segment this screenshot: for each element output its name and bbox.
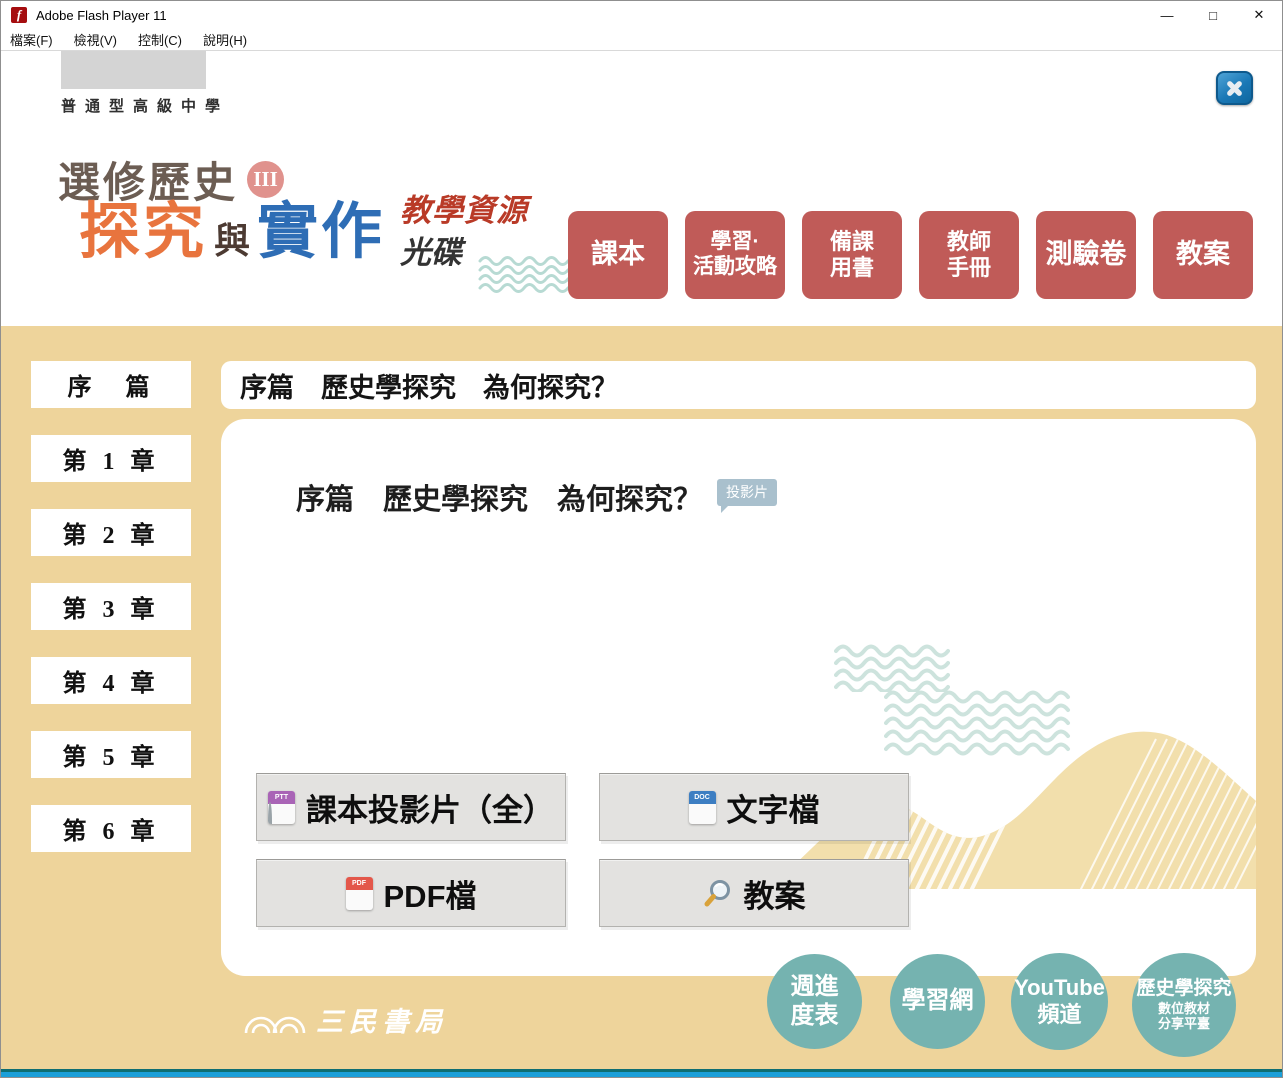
menu-help[interactable]: 說明(H) (203, 30, 247, 49)
panel-title-row: 序篇 歷史學探究 為何探究？ 投影片 (296, 476, 777, 518)
button-label: 課本投影片（全） (306, 785, 554, 830)
maximize-button[interactable]: □ (1190, 1, 1236, 29)
circle-sublabel: 數位教材 (1158, 1001, 1210, 1017)
lesson-plan-file-button[interactable]: 教案 (599, 859, 909, 927)
circle-label: 週進 (791, 973, 839, 1002)
publisher-logo: 三民書局 (244, 1000, 448, 1039)
close-x-icon (1225, 79, 1244, 98)
publisher-logo-placeholder (61, 51, 206, 89)
file-icon-body (268, 802, 272, 824)
button-label: 教案 (744, 871, 806, 916)
flash-stage: 普通型高級中學 選修歷史 III 探究 與 實作 教學資源 光碟 (1, 51, 1282, 1078)
button-label: 學習· (711, 230, 760, 255)
button-label: 備課 (830, 229, 874, 255)
content-panel: 序篇 歷史學探究 為何探究？ 投影片 (221, 419, 1256, 976)
menubar: 檔案(F) 檢視(V) 控制(C) 說明(H) (1, 29, 1282, 51)
slide-tag-badge: 投影片 (717, 479, 777, 506)
resource-button-learning-guide[interactable]: 學習· 活動攻略 (685, 211, 785, 299)
file-icon-band: PDF (346, 877, 373, 890)
menu-view[interactable]: 檢視(V) (74, 30, 117, 49)
resource-button-prep-book[interactable]: 備課 用書 (802, 211, 902, 299)
panel-title: 序篇 歷史學探究 為何探究？ (296, 476, 702, 518)
button-label: PDF檔 (384, 871, 477, 916)
button-label: 手冊 (947, 255, 991, 281)
ppt-file-icon: PTT (268, 791, 295, 824)
sidebar-item-chapter5[interactable]: 第 5 章 (31, 731, 191, 778)
button-label: 用書 (830, 255, 874, 281)
minimize-button[interactable]: — (1144, 1, 1190, 29)
sidebar-item-chapter1[interactable]: 第 1 章 (31, 435, 191, 482)
flash-player-window: f Adobe Flash Player 11 — □ ✕ 檔案(F) 檢視(V… (0, 0, 1283, 1078)
slides-all-button[interactable]: PTT 課本投影片（全） (256, 773, 566, 841)
section-breadcrumb-bar: 序篇 歷史學探究 為何探究？ (221, 361, 1256, 409)
sidebar-item-intro[interactable]: 序 篇 (31, 361, 191, 408)
button-label: 文字檔 (727, 785, 820, 830)
button-label: 測驗卷 (1046, 239, 1127, 271)
window-controls: — □ ✕ (1144, 1, 1282, 29)
window-title: Adobe Flash Player 11 (36, 8, 167, 23)
close-window-button[interactable]: ✕ (1236, 1, 1282, 29)
sidebar-item-chapter3[interactable]: 第 3 章 (31, 583, 191, 630)
resource-button-lesson-plan[interactable]: 教案 (1153, 211, 1253, 299)
wave-decoration-small (834, 644, 950, 692)
circle-label: 歷史學探究 (1136, 978, 1231, 1001)
circle-sublabel: 分享平臺 (1158, 1016, 1210, 1032)
doc-file-icon: DOC (689, 791, 716, 824)
magnifier-icon (703, 878, 733, 908)
sidebar-item-chapter2[interactable]: 第 2 章 (31, 509, 191, 556)
file-icon-band: PTT (268, 791, 295, 804)
bottom-strip (1, 1069, 1282, 1078)
subtitle-line1: 教學資源 (400, 195, 528, 226)
titlebar: f Adobe Flash Player 11 — □ ✕ (1, 1, 1282, 29)
button-label: 教案 (1176, 239, 1230, 271)
resource-button-test-paper[interactable]: 測驗卷 (1036, 211, 1136, 299)
button-label: 課本 (591, 239, 645, 271)
main-area: 序 篇 第 1 章 第 2 章 第 3 章 第 4 章 第 5 章 第 6 章 … (1, 326, 1282, 1069)
sidebar-item-chapter4[interactable]: 第 4 章 (31, 657, 191, 704)
history-inquiry-platform-link[interactable]: 歷史學探究 數位教材 分享平臺 (1132, 953, 1236, 1057)
main-title: 探究 與 實作 (79, 201, 385, 262)
resource-button-textbook[interactable]: 課本 (568, 211, 668, 299)
file-icon-band: DOC (689, 791, 716, 804)
menu-file[interactable]: 檔案(F) (10, 30, 53, 49)
circle-label: 學習網 (902, 987, 974, 1016)
youtube-channel-link[interactable]: YouTube 頻道 (1011, 953, 1108, 1050)
pdf-file-icon: PDF (346, 877, 373, 910)
publisher-name: 三民書局 (316, 1000, 448, 1039)
weekly-schedule-link[interactable]: 週進 度表 (767, 954, 862, 1049)
resource-button-teacher-manual[interactable]: 教師 手冊 (919, 211, 1019, 299)
header: 普通型高級中學 選修歷史 III 探究 與 實作 教學資源 光碟 (1, 51, 1282, 326)
button-label: 活動攻略 (693, 255, 777, 280)
button-label: 教師 (947, 229, 991, 255)
main-title-part2: 實作 (257, 201, 385, 262)
sidebar-item-chapter6[interactable]: 第 6 章 (31, 805, 191, 852)
flash-logo-icon: f (11, 7, 27, 23)
app-close-button[interactable] (1216, 71, 1253, 105)
volume-iii-badge: III (247, 161, 284, 198)
learning-site-link[interactable]: 學習網 (890, 954, 985, 1049)
main-title-conjunction: 與 (214, 223, 250, 259)
pdf-file-button[interactable]: PDF PDF檔 (256, 859, 566, 927)
circle-label: 頻道 (1037, 1002, 1081, 1028)
main-title-part1: 探究 (79, 201, 207, 262)
text-file-button[interactable]: DOC 文字檔 (599, 773, 909, 841)
header-wave-decoration (478, 255, 570, 295)
resource-button-row: 課本 學習· 活動攻略 備課 用書 教師 手冊 測驗卷 教案 (568, 211, 1253, 299)
school-type-label: 普通型高級中學 (61, 95, 229, 116)
breadcrumb: 序篇 歷史學探究 為何探究？ (240, 366, 618, 405)
menu-control[interactable]: 控制(C) (138, 30, 182, 49)
circle-label: 度表 (791, 1002, 839, 1031)
sanmin-arches-icon (244, 1006, 306, 1034)
circle-label: YouTube (1014, 975, 1105, 1001)
